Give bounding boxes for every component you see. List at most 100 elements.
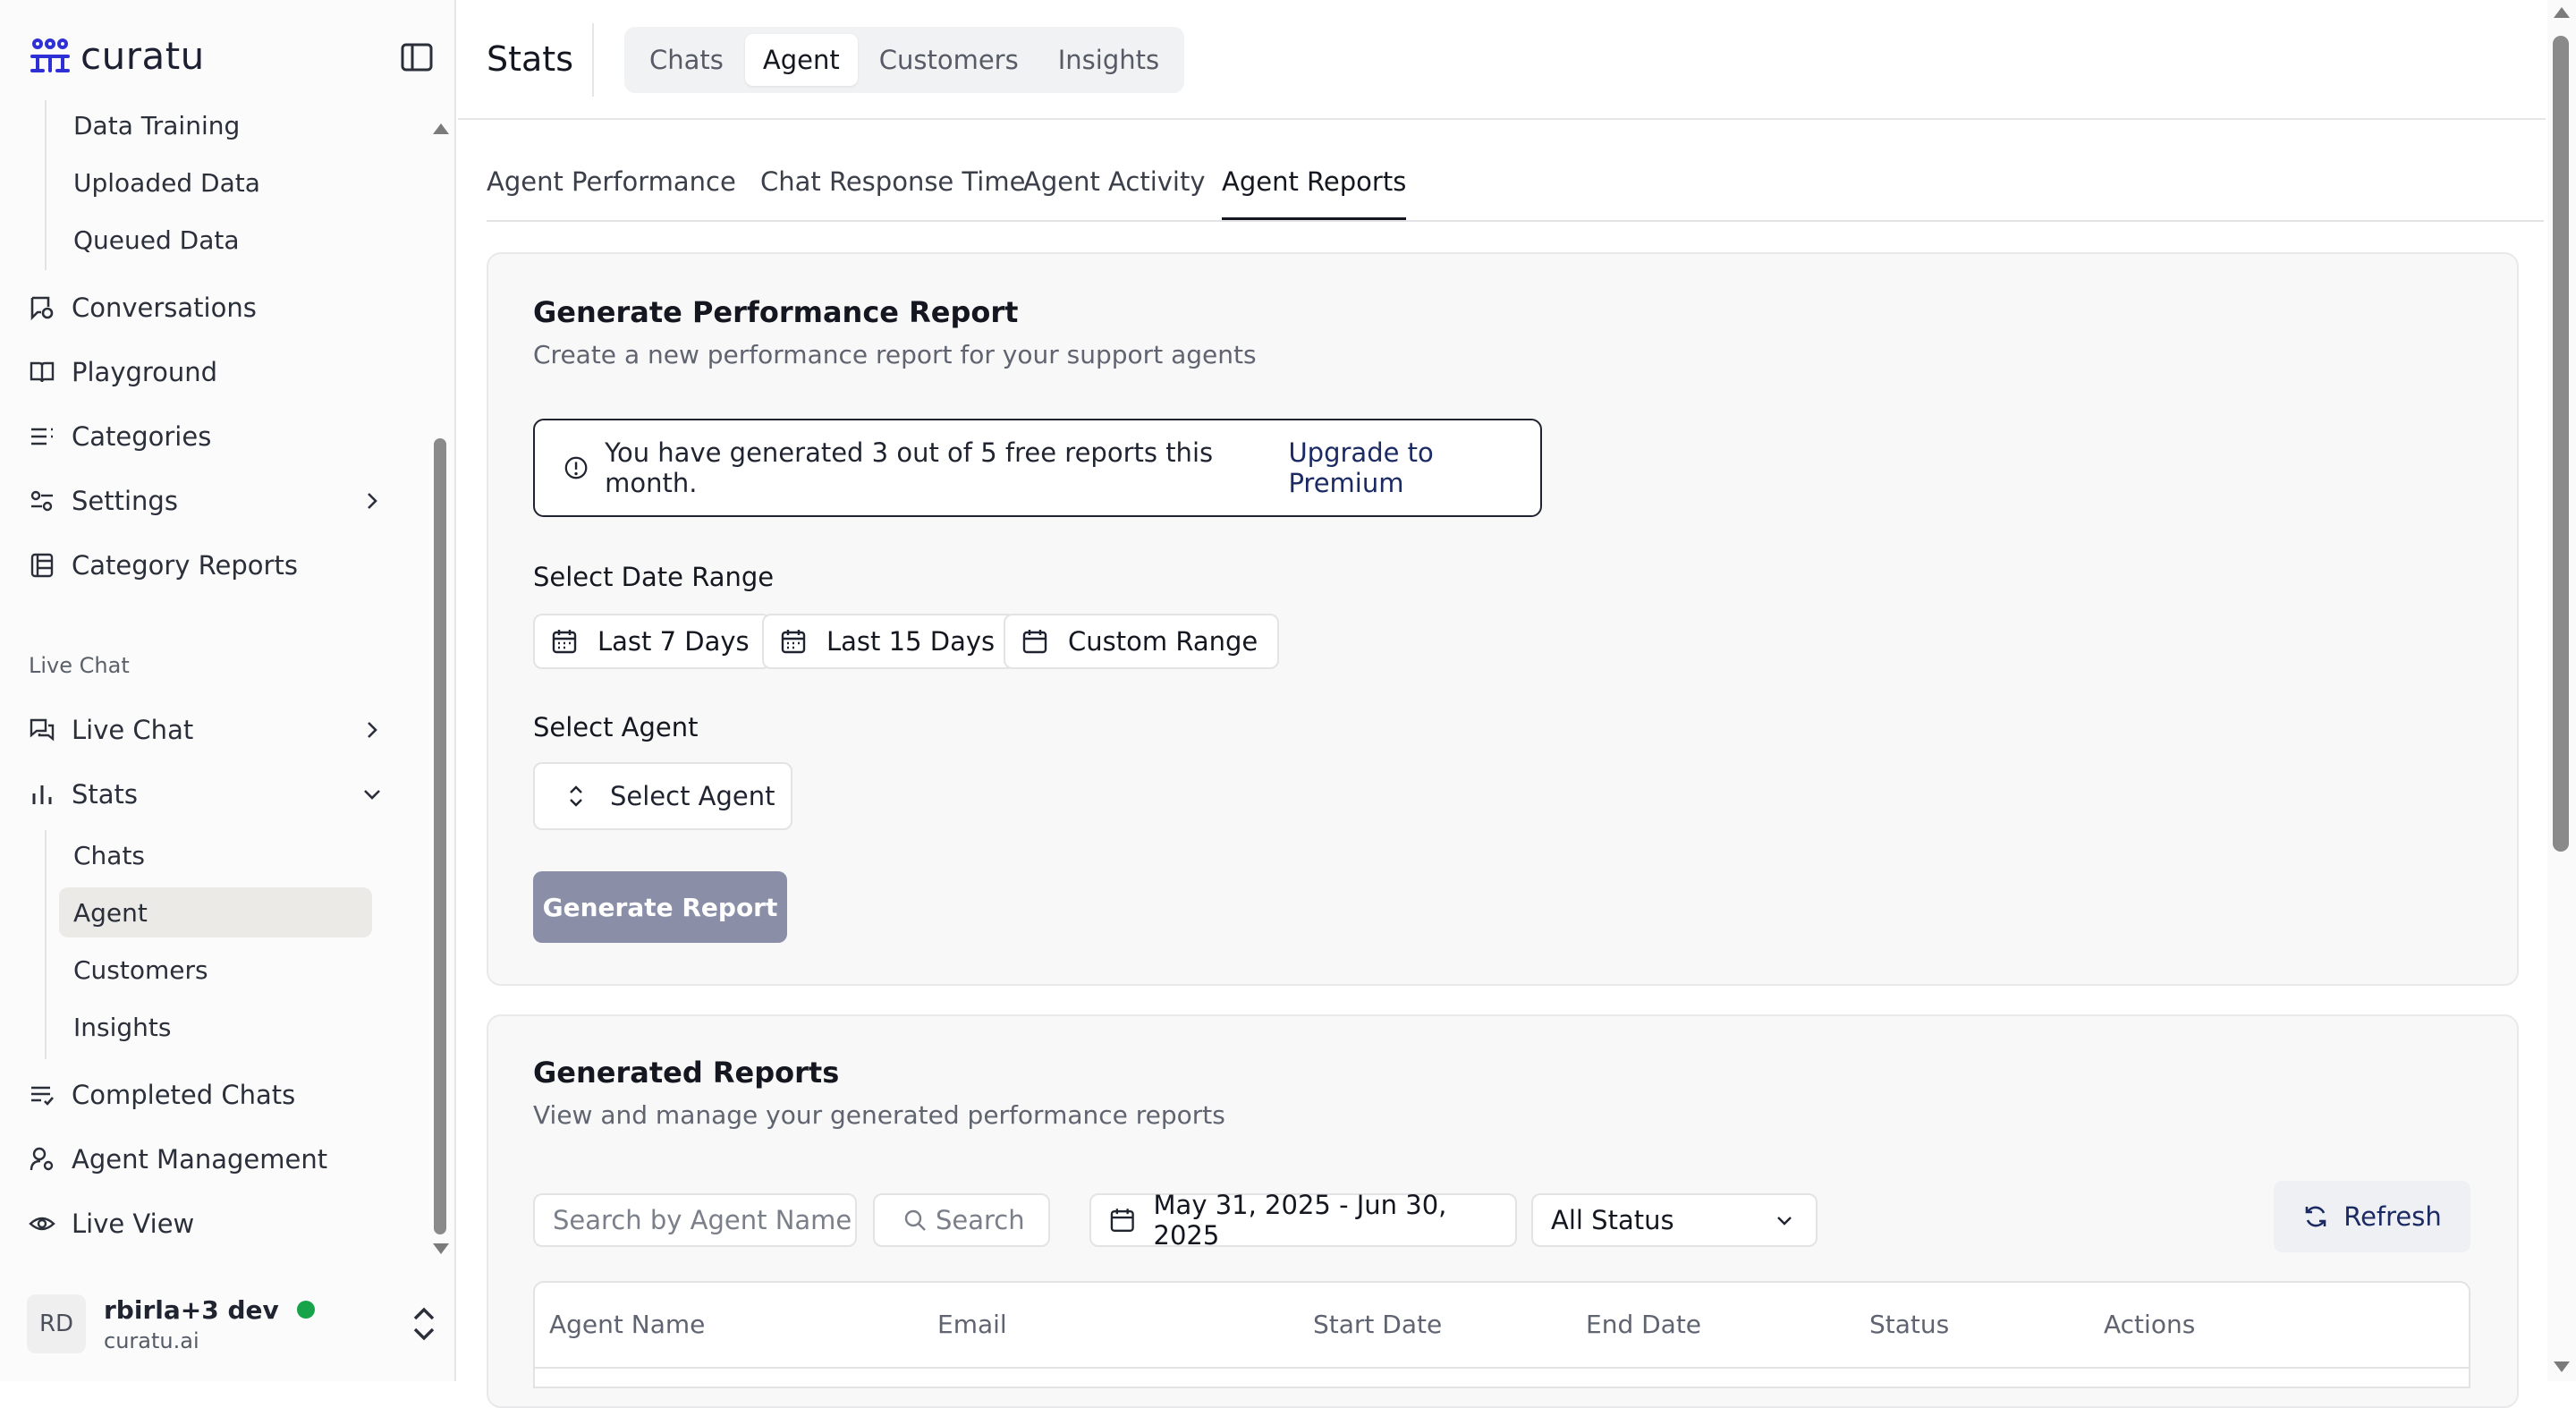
sidebar-item-completed-chats[interactable]: Completed Chats (27, 1068, 402, 1122)
conversations-icon (27, 293, 57, 323)
page-scroll-down-icon[interactable] (2554, 1361, 2570, 1372)
subtab-agent-performance[interactable]: Agent Performance (487, 166, 736, 220)
sidebar-item-label: Agent (73, 897, 148, 928)
page-title: Stats (487, 39, 574, 79)
agent-search-input[interactable]: Search by Agent Name (533, 1193, 857, 1247)
info-icon (564, 456, 588, 479)
sidebar-scroll-down-icon[interactable] (433, 1243, 449, 1254)
chevron-right-icon (368, 493, 377, 509)
subtab-agent-activity[interactable]: Agent Activity (1023, 166, 1206, 220)
reports-table: Agent Name Email Start Date End Date Sta… (533, 1281, 2470, 1388)
eye-icon (27, 1209, 57, 1239)
sidebar-item-live-view[interactable]: Live View (27, 1197, 402, 1251)
chevrons-up-down-icon (570, 785, 582, 807)
brand-logo[interactable]: curatu (29, 34, 205, 78)
sidebar-item-label: Live Chat (72, 715, 194, 745)
sidebar-group-label: Live Chat (29, 653, 130, 678)
agent-subtabs: Agent Performance Chat Response Time Age… (487, 157, 2544, 222)
notice-text: You have generated 3 out of 5 free repor… (605, 437, 1214, 498)
date-range-value: May 31, 2025 - Jun 30, 2025 (1153, 1190, 1447, 1251)
sidebar-item-live-chat[interactable]: Live Chat (27, 703, 402, 757)
calendar-icon (1022, 630, 1047, 654)
page-scrollbar-thumb[interactable] (2553, 36, 2569, 852)
range-custom-button[interactable]: Custom Range (1004, 614, 1280, 669)
sidebar-item-playground[interactable]: Playground (27, 345, 402, 399)
agent-select[interactable]: Select Agent (533, 762, 792, 830)
divider (592, 23, 594, 97)
search-placeholder: Search by Agent Name (553, 1205, 852, 1235)
sidebar-scrollbar[interactable] (434, 438, 446, 1234)
user-name: rbirla+3 dev (104, 1294, 279, 1325)
range-label: Custom Range (1068, 626, 1258, 657)
sidebar-item-label: Stats (72, 779, 139, 810)
range-last-7-days-button[interactable]: Last 7 Days (533, 614, 771, 669)
search-button[interactable]: Search (873, 1193, 1050, 1247)
sidebar-item-agent-management[interactable]: Agent Management (27, 1132, 402, 1186)
tab-agent[interactable]: Agent (744, 34, 858, 86)
sidebar-item-stats[interactable]: Stats (27, 768, 402, 821)
report-date-range-picker[interactable]: May 31, 2025 - Jun 30, 2025 (1089, 1190, 1517, 1251)
curatu-logo-icon (30, 38, 70, 72)
sidebar-item-categories[interactable]: Categories (27, 410, 402, 463)
stats-tabs: Chats Agent Customers Insights (624, 27, 1185, 93)
sidebar-item-label: Data Training (73, 110, 241, 140)
subtab-chat-response-time[interactable]: Chat Response Time (760, 166, 1025, 220)
sidebar-item-label: Settings (72, 486, 178, 516)
sidebar-item-queued-data[interactable]: Queued Data (59, 215, 372, 265)
calendar-icon (781, 630, 806, 654)
sidebar-item-label: Uploaded Data (73, 167, 260, 198)
sidebar-item-settings[interactable]: Settings (27, 474, 402, 528)
refresh-icon (2305, 1206, 2326, 1227)
chat-icon (27, 715, 57, 745)
card-title: Generated Reports (533, 1056, 840, 1090)
column-header[interactable]: Start Date (1313, 1310, 1442, 1339)
generate-report-button[interactable]: Generate Report (533, 871, 787, 943)
sidebar-item-conversations[interactable]: Conversations (27, 281, 402, 335)
sidebar-item-stats-agent[interactable]: Agent (59, 887, 372, 937)
sidebar-item-uploaded-data[interactable]: Uploaded Data (59, 157, 372, 208)
sidebar-item-label: Categories (72, 421, 212, 452)
tab-insights[interactable]: Insights (1040, 34, 1177, 86)
column-header[interactable]: Agent Name (549, 1310, 705, 1339)
list-check-icon (27, 1080, 57, 1110)
status-filter-select[interactable]: All Status (1531, 1193, 1818, 1247)
sidebar-item-label: Live View (72, 1209, 195, 1239)
sidebar-item-label: Category Reports (72, 550, 298, 581)
refresh-button[interactable]: Refresh (2274, 1181, 2470, 1252)
sidebar-toggle-icon[interactable] (399, 39, 435, 75)
sub-nav-line (45, 100, 47, 270)
upgrade-link[interactable]: Upgrade to Premium (1288, 437, 1540, 498)
sidebar-item-stats-chats[interactable]: Chats (59, 830, 372, 880)
sidebar-item-data-training[interactable]: Data Training (59, 100, 372, 150)
range-label: Last 7 Days (597, 626, 750, 657)
chevron-right-icon (368, 722, 377, 738)
column-header[interactable]: End Date (1586, 1310, 1701, 1339)
sidebar-item-stats-insights[interactable]: Insights (59, 1002, 372, 1052)
card-title: Generate Performance Report (533, 295, 1019, 329)
report-icon (27, 550, 57, 581)
sidebar-item-category-reports[interactable]: Category Reports (27, 539, 402, 592)
user-menu[interactable]: RD rbirla+3 dev curatu.ai (27, 1288, 435, 1360)
date-range-label: Select Date Range (533, 562, 775, 592)
sidebar: curatu Data Training Uploaded Data Queue… (0, 0, 456, 1381)
chevron-down-icon (1777, 1217, 1792, 1226)
divider (535, 1367, 2469, 1369)
online-status-dot (297, 1301, 315, 1319)
calendar-icon (552, 630, 577, 654)
chevrons-up-down-icon[interactable] (402, 1302, 445, 1345)
tab-chats[interactable]: Chats (631, 34, 741, 86)
subtab-agent-reports[interactable]: Agent Reports (1222, 166, 1407, 220)
tab-customers[interactable]: Customers (861, 34, 1037, 86)
sidebar-scroll-up-icon[interactable] (433, 123, 449, 134)
sidebar-item-stats-customers[interactable]: Customers (59, 945, 372, 995)
user-meta: rbirla+3 dev curatu.ai (104, 1295, 279, 1353)
sidebar-item-label: Agent Management (72, 1144, 328, 1175)
column-header[interactable]: Email (937, 1310, 1007, 1339)
column-header: Actions (2104, 1310, 2196, 1339)
brand-name: curatu (80, 34, 205, 78)
chevron-down-icon (364, 790, 380, 800)
status-filter-value: All Status (1551, 1205, 1674, 1235)
range-last-15-days-button[interactable]: Last 15 Days (762, 614, 1017, 669)
column-header[interactable]: Status (1869, 1310, 1949, 1339)
page-scroll-up-icon[interactable] (2554, 7, 2570, 18)
